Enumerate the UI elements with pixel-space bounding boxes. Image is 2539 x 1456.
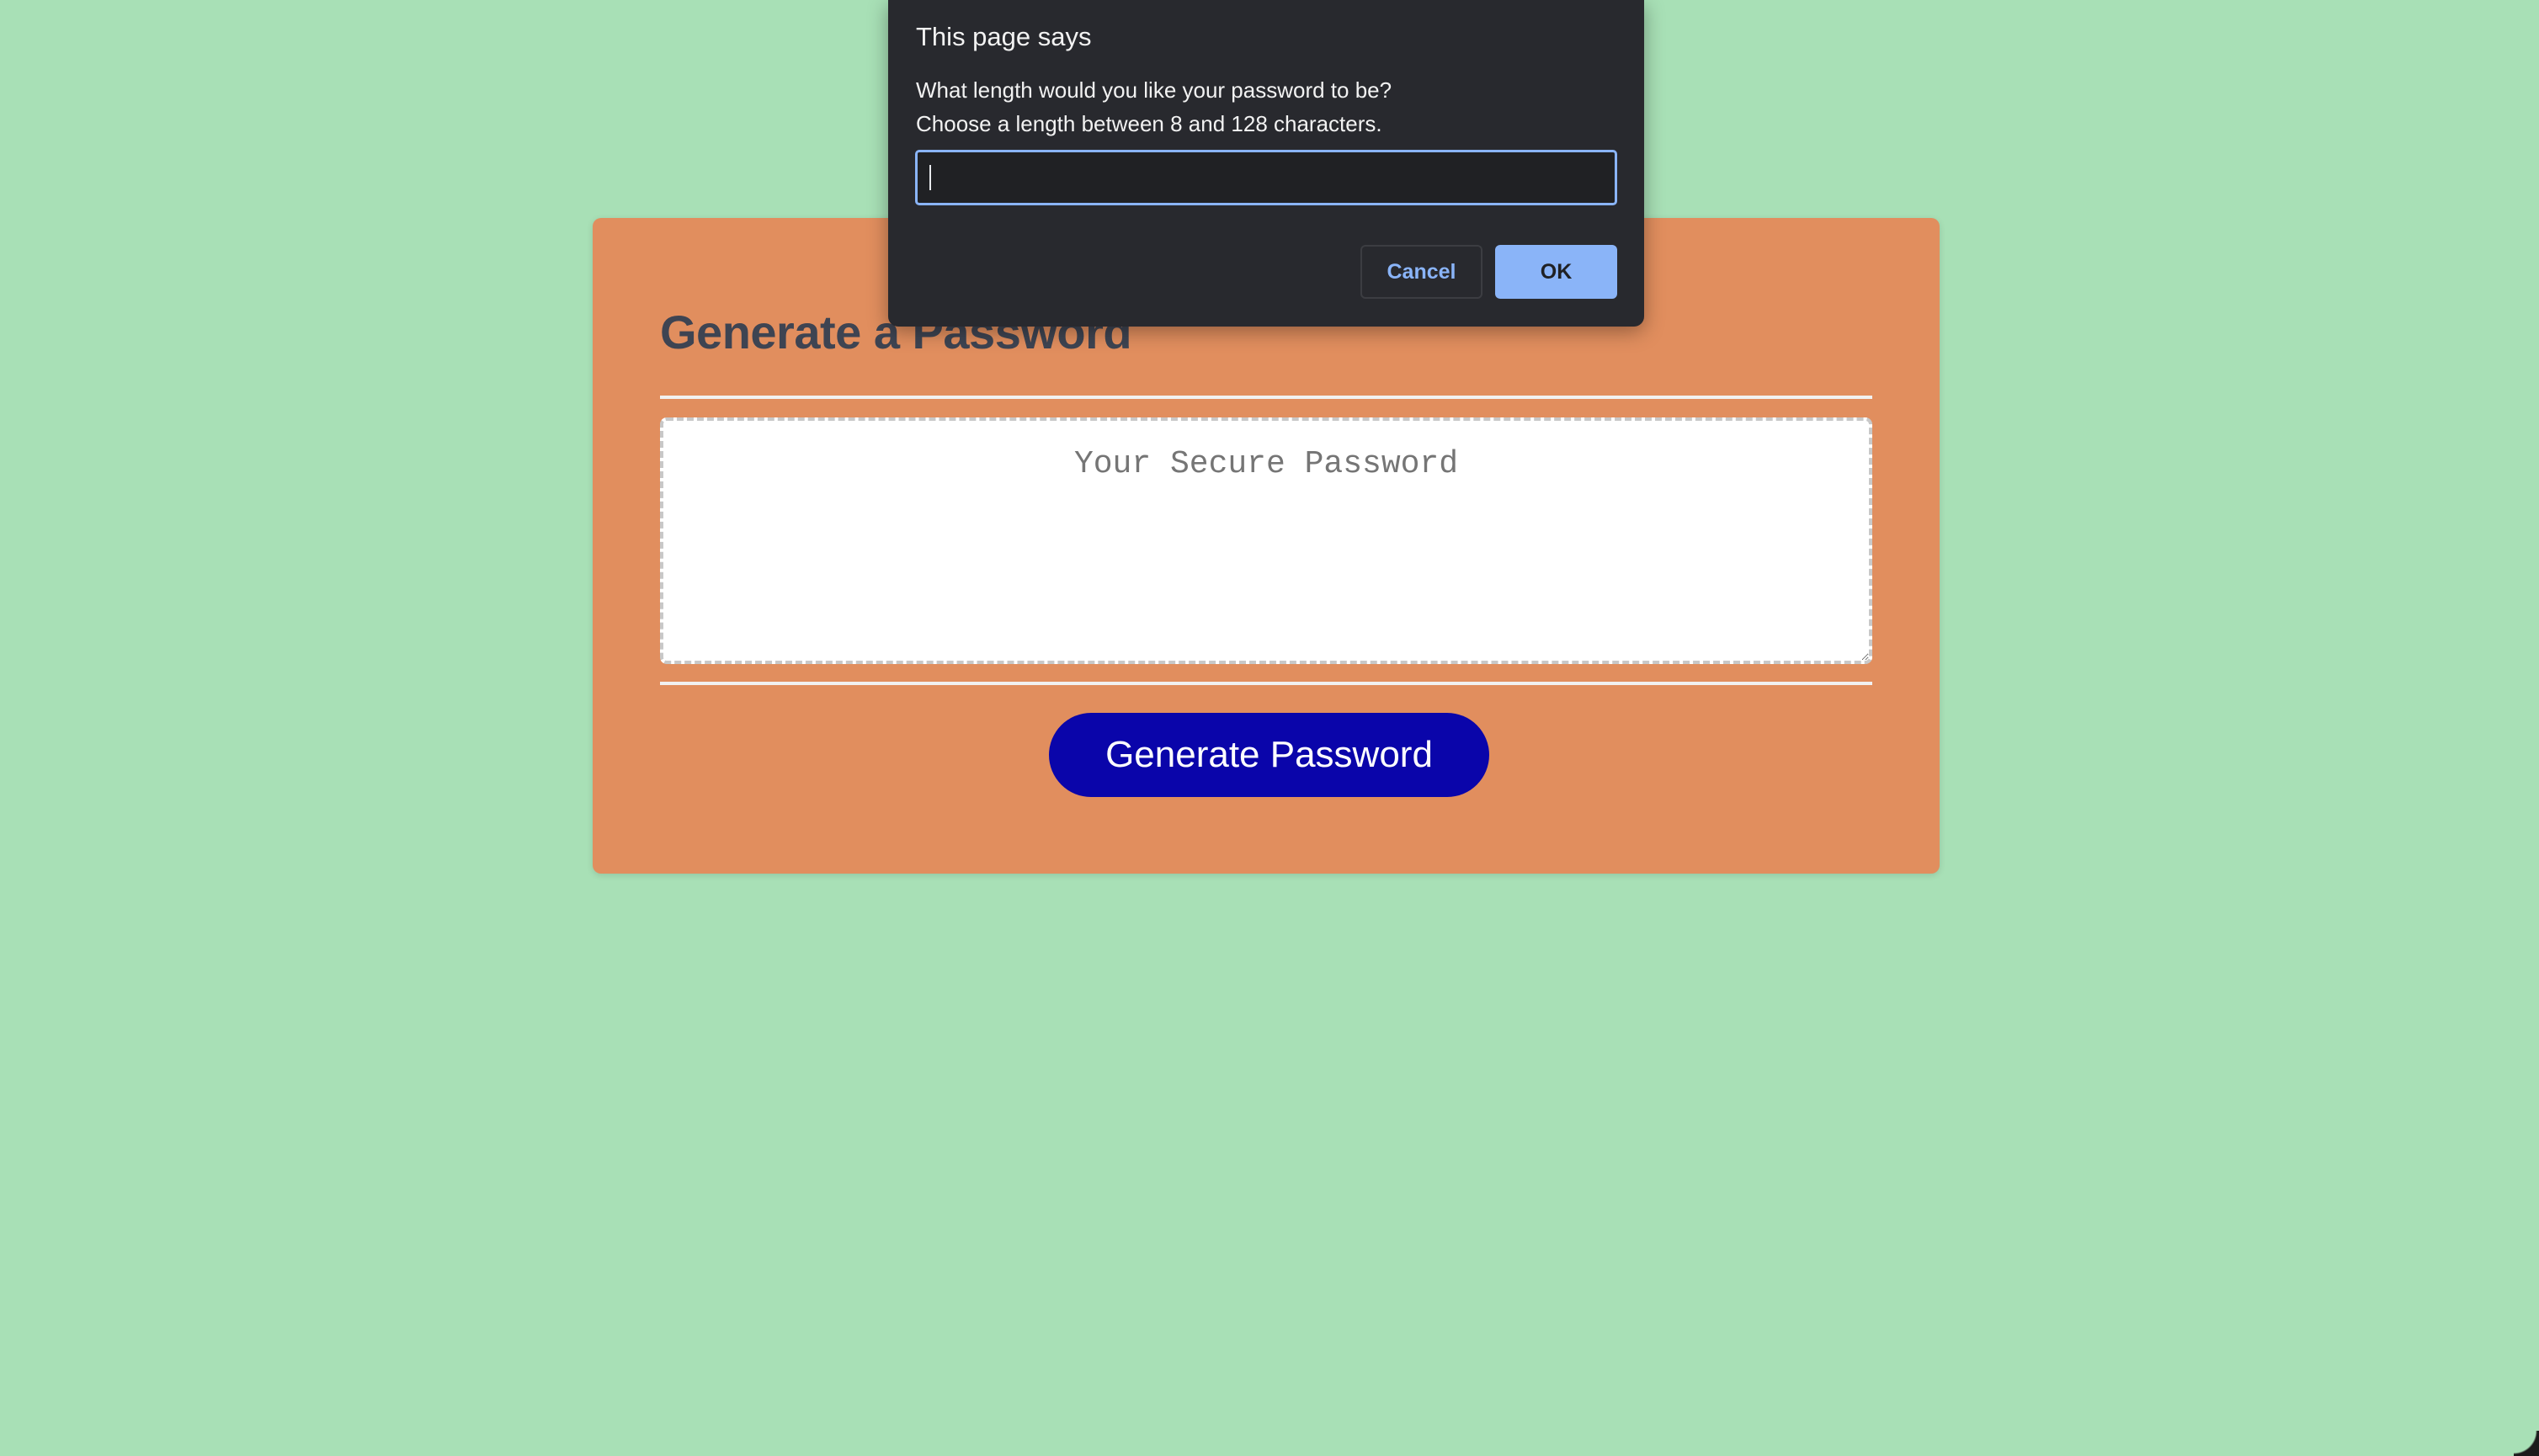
password-output[interactable] — [660, 417, 1872, 664]
cancel-button[interactable]: Cancel — [1360, 245, 1482, 299]
footer-divider — [660, 682, 1872, 685]
ok-button[interactable]: OK — [1495, 245, 1617, 299]
prompt-dialog: This page says What length would you lik… — [888, 0, 1644, 327]
header-divider — [660, 396, 1872, 399]
password-length-input[interactable] — [915, 150, 1617, 205]
text-caret — [929, 165, 931, 190]
dialog-message: What length would you like your password… — [916, 73, 1392, 141]
window-corner — [2514, 1431, 2539, 1456]
dialog-title: This page says — [916, 22, 1092, 51]
dialog-message-line: Choose a length between 8 and 128 charac… — [916, 111, 1382, 136]
dialog-message-line: What length would you like your password… — [916, 77, 1392, 103]
generate-password-button[interactable]: Generate Password — [1049, 713, 1489, 797]
